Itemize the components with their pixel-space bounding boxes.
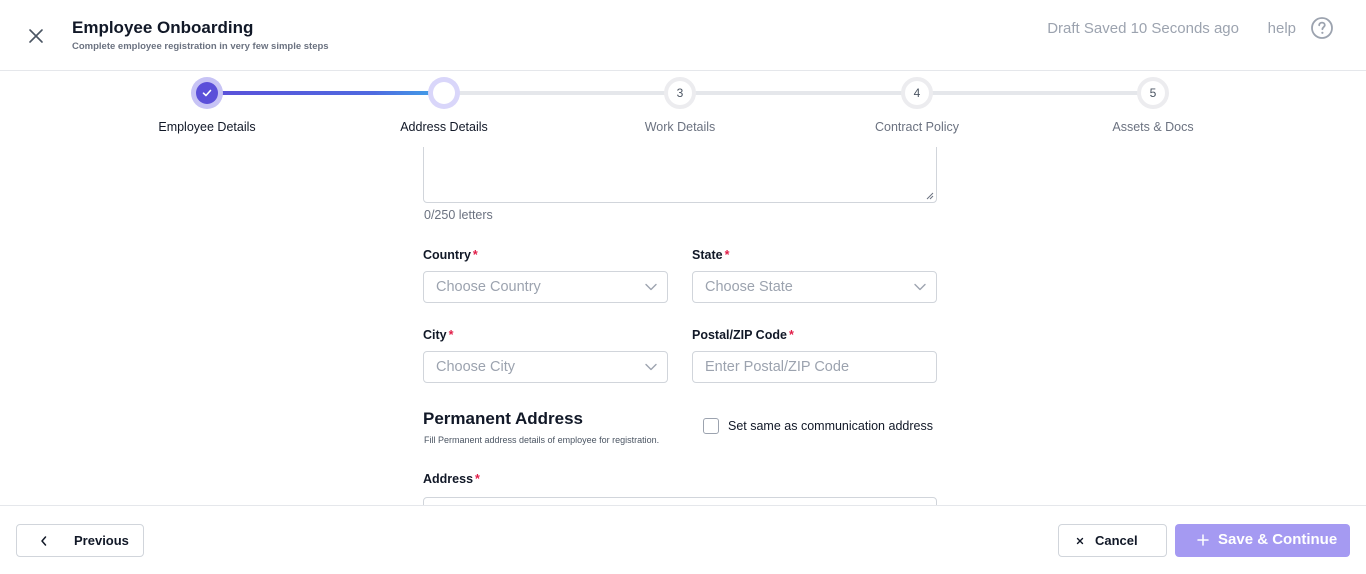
- step-indicator: 5: [1137, 77, 1169, 109]
- permanent-address-subtitle: Fill Permanent address details of employ…: [424, 435, 660, 445]
- postal-code-placeholder: Enter Postal/ZIP Code: [705, 359, 850, 375]
- postal-code-label: Postal/ZIP Code *: [692, 328, 794, 342]
- city-label: City *: [423, 328, 454, 342]
- step-label: Employee Details: [158, 120, 256, 134]
- letter-counter: 0/250 letters: [424, 208, 493, 222]
- x-icon: [1076, 537, 1084, 545]
- close-icon: [29, 29, 43, 43]
- communication-address-textarea[interactable]: [423, 147, 937, 203]
- chevron-left-icon: [41, 536, 47, 546]
- permanent-address-title: Permanent Address: [423, 409, 583, 428]
- permanent-address-input[interactable]: [423, 497, 937, 505]
- progress-stepper: Employee Details Address Details 3 Work …: [0, 71, 1366, 147]
- step-indicator: 4: [901, 77, 933, 109]
- step-number: 5: [1149, 86, 1157, 100]
- state-select[interactable]: Choose State: [692, 271, 937, 303]
- step-label: Work Details: [644, 120, 716, 134]
- step-employee-details[interactable]: Employee Details: [127, 71, 287, 134]
- state-placeholder: Choose State: [705, 279, 793, 295]
- permanent-address-label: Address *: [423, 472, 480, 486]
- city-select[interactable]: Choose City: [423, 351, 668, 383]
- previous-label: Previous: [74, 533, 129, 548]
- step-number: 4: [913, 86, 921, 100]
- question-circle-icon: [1311, 17, 1333, 39]
- cancel-label: Cancel: [1095, 533, 1138, 548]
- country-label: Country *: [423, 248, 478, 262]
- chevron-down-icon: [645, 363, 657, 371]
- step-assets-docs[interactable]: 5 Assets & Docs: [1073, 71, 1233, 134]
- help-button[interactable]: help: [1268, 16, 1334, 40]
- country-select[interactable]: Choose Country: [423, 271, 668, 303]
- chevron-down-icon: [645, 283, 657, 291]
- checkbox-box[interactable]: [703, 418, 719, 434]
- page-header: Employee Onboarding Complete employee re…: [0, 0, 1366, 71]
- step-contract-policy[interactable]: 4 Contract Policy: [837, 71, 997, 134]
- step-label: Assets & Docs: [1112, 120, 1194, 134]
- save-continue-button[interactable]: Save & Continue: [1175, 524, 1350, 557]
- help-label: help: [1267, 19, 1296, 37]
- step-indicator-current: [428, 77, 460, 109]
- plus-icon: [1197, 534, 1209, 546]
- check-icon: [202, 89, 212, 97]
- same-as-communication-checkbox[interactable]: Set same as communication address: [703, 418, 933, 434]
- same-as-communication-label: Set same as communication address: [728, 419, 933, 433]
- postal-code-input[interactable]: Enter Postal/ZIP Code: [692, 351, 937, 383]
- country-placeholder: Choose Country: [436, 279, 541, 295]
- step-label: Address Details: [400, 120, 488, 134]
- step-indicator-complete: [191, 77, 223, 109]
- page-title: Employee Onboarding: [72, 18, 254, 37]
- city-placeholder: Choose City: [436, 359, 515, 375]
- step-indicator: 3: [664, 77, 696, 109]
- step-label: Contract Policy: [874, 120, 960, 134]
- resize-handle-icon[interactable]: [926, 192, 934, 200]
- address-form: 0/250 letters Country * Choose Country St…: [423, 147, 937, 505]
- save-continue-label: Save & Continue: [1218, 531, 1338, 548]
- step-address-details[interactable]: Address Details: [364, 71, 524, 134]
- page-subtitle: Complete employee registration in very f…: [72, 41, 329, 52]
- chevron-down-icon: [914, 283, 926, 291]
- state-label: State *: [692, 248, 730, 262]
- previous-button[interactable]: Previous: [16, 524, 144, 557]
- draft-status: Draft Saved 10 Seconds ago: [1047, 20, 1239, 37]
- page-footer: Previous Cancel Save & Continue: [0, 505, 1366, 574]
- step-work-details[interactable]: 3 Work Details: [600, 71, 760, 134]
- cancel-button[interactable]: Cancel: [1058, 524, 1167, 557]
- step-number: 3: [676, 86, 684, 100]
- close-button[interactable]: [24, 24, 48, 48]
